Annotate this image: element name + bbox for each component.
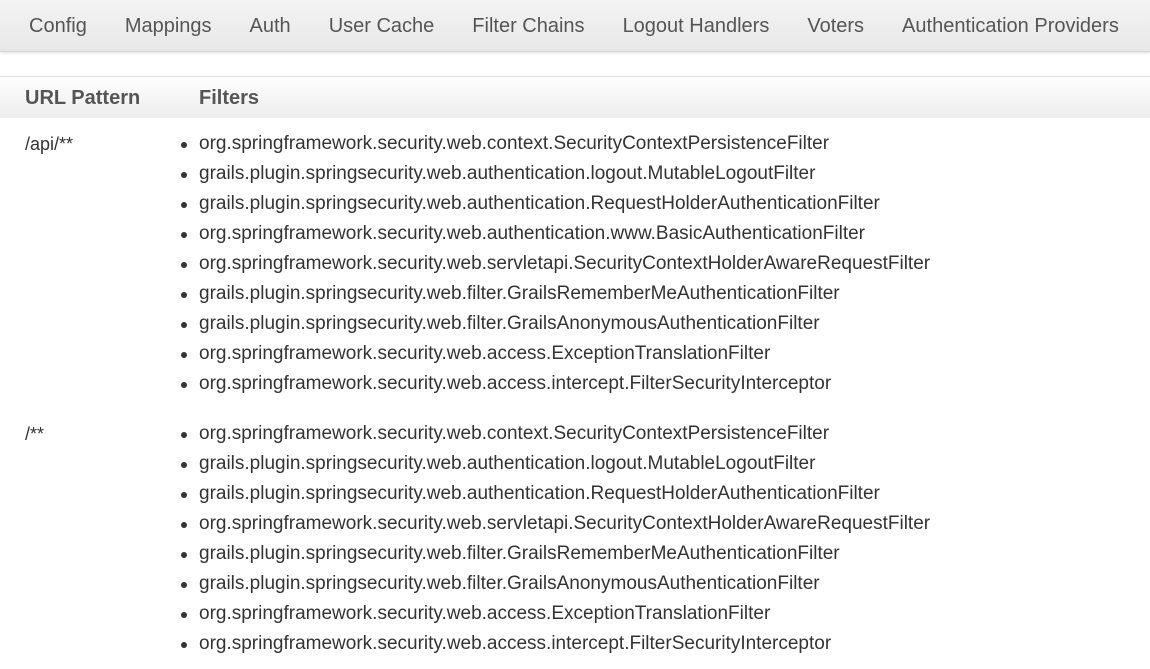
filter-item: grails.plugin.springsecurity.web.filter.…	[180, 569, 930, 599]
filter-item: org.springframework.security.web.context…	[180, 129, 930, 159]
filter-list: org.springframework.security.web.context…	[180, 129, 930, 399]
filter-item: grails.plugin.springsecurity.web.filter.…	[180, 279, 930, 309]
filter-item: grails.plugin.springsecurity.web.authent…	[180, 189, 930, 219]
filter-item: org.springframework.security.web.access.…	[180, 629, 930, 659]
filter-item: grails.plugin.springsecurity.web.authent…	[180, 479, 930, 509]
url-pattern-cell: /**	[25, 424, 45, 444]
column-header-url-pattern: URL Pattern	[25, 87, 141, 109]
nav-item-authentication-providers[interactable]: Authentication Providers	[883, 0, 1138, 52]
nav-item-auth[interactable]: Auth	[231, 0, 310, 52]
top-navbar: Config Mappings Auth User Cache Filter C…	[0, 0, 1150, 52]
url-pattern-cell: /api/**	[25, 134, 74, 154]
filter-item: org.springframework.security.web.access.…	[180, 339, 930, 369]
column-header-filters: Filters	[199, 87, 260, 109]
nav-item-mappings[interactable]: Mappings	[106, 0, 231, 52]
filter-item: grails.plugin.springsecurity.web.filter.…	[180, 539, 930, 569]
filter-item: org.springframework.security.web.access.…	[180, 599, 930, 629]
filter-item: grails.plugin.springsecurity.web.authent…	[180, 449, 930, 479]
filter-item: grails.plugin.springsecurity.web.authent…	[180, 159, 930, 189]
filter-list: org.springframework.security.web.context…	[180, 419, 930, 659]
nav-item-logout-handlers[interactable]: Logout Handlers	[604, 0, 789, 52]
filter-item: org.springframework.security.web.servlet…	[180, 249, 930, 279]
filter-item: org.springframework.security.web.access.…	[180, 369, 930, 399]
nav-item-voters[interactable]: Voters	[788, 0, 883, 52]
nav-item-user-cache[interactable]: User Cache	[310, 0, 454, 52]
filter-item: org.springframework.security.web.authent…	[180, 219, 930, 249]
filter-item: org.springframework.security.web.servlet…	[180, 509, 930, 539]
filter-item: org.springframework.security.web.context…	[180, 419, 930, 449]
nav-item-config[interactable]: Config	[10, 0, 106, 52]
filter-item: grails.plugin.springsecurity.web.filter.…	[180, 309, 930, 339]
table-header: URL Pattern Filters	[0, 77, 1150, 118]
nav-menu: Config Mappings Auth User Cache Filter C…	[0, 0, 1150, 52]
nav-item-filter-chains[interactable]: Filter Chains	[453, 0, 603, 52]
